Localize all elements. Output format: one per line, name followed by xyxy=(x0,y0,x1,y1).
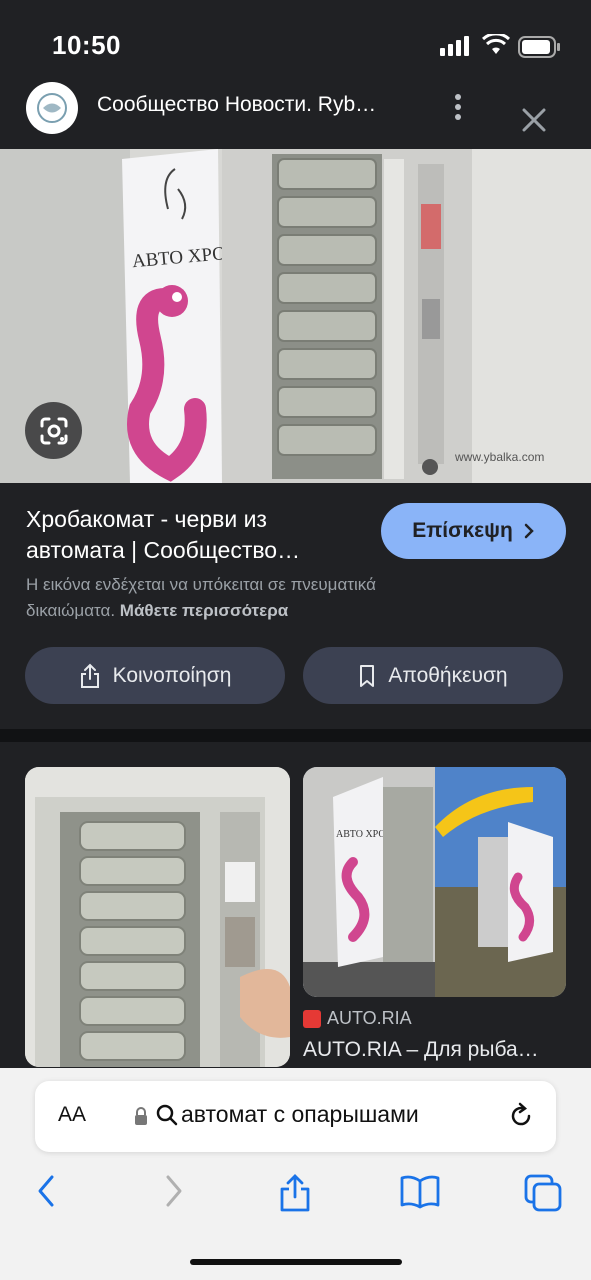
bookmark-icon xyxy=(360,664,375,687)
copyright-notice: Η εικόνα ενδέχεται να υπόκειται σε πνευμ… xyxy=(26,572,466,624)
tabs-icon[interactable] xyxy=(523,1173,563,1213)
more-options-icon[interactable] xyxy=(449,94,467,124)
site-favicon xyxy=(26,82,78,134)
fish-logo-icon xyxy=(37,93,67,123)
search-icon xyxy=(156,1104,178,1126)
lock-icon xyxy=(135,1107,147,1125)
result-image[interactable]: АВТО ХРОБ www.ybalka.com xyxy=(0,149,591,483)
related-title[interactable]: AUTO.RIA – Для рыба… xyxy=(303,1038,568,1062)
result-title[interactable]: Хробакомат - черви из автомата | Сообщес… xyxy=(26,504,366,566)
section-divider xyxy=(0,729,591,742)
share-icon xyxy=(80,663,99,688)
image-watermark: www.ybalka.com xyxy=(454,450,544,464)
close-icon[interactable] xyxy=(520,106,548,134)
save-label: Αποθήκευση xyxy=(388,663,508,687)
lens-icon xyxy=(40,417,67,444)
vending-machine-outdoor-photo: АВТО ХРОБ xyxy=(303,767,566,997)
status-time: 10:50 xyxy=(52,30,121,60)
visit-button[interactable]: Επίσκεψη xyxy=(381,503,566,559)
related-source-label: AUTO.RIA xyxy=(327,1008,412,1028)
wifi-icon xyxy=(482,34,510,54)
forward-icon[interactable] xyxy=(162,1173,186,1209)
visit-label: Επίσκεψη xyxy=(412,519,513,542)
learn-more-link[interactable]: Μάθετε περισσότερα xyxy=(120,601,288,620)
related-image-2[interactable]: АВТО ХРОБ xyxy=(303,767,566,997)
save-button[interactable]: Αποθήκευση xyxy=(303,647,563,704)
share-button[interactable]: Κοινοποίηση xyxy=(25,647,285,704)
address-text[interactable]: автомат с опарышами xyxy=(181,1101,419,1128)
home-indicator xyxy=(190,1259,402,1265)
google-lens-button[interactable] xyxy=(25,402,82,459)
vending-machine-photo: АВТО ХРОБ www.ybalka.com xyxy=(0,149,591,483)
source-favicon-icon xyxy=(303,1009,321,1028)
related-image-1[interactable] xyxy=(25,767,290,1067)
share-sheet-icon[interactable] xyxy=(278,1173,312,1213)
reader-settings-button[interactable]: AA xyxy=(58,1103,86,1127)
related-source: AUTO.RIA xyxy=(303,1008,412,1029)
cellular-signal-icon xyxy=(440,36,469,56)
back-icon[interactable] xyxy=(34,1173,58,1209)
vending-machine-closeup-photo xyxy=(25,767,290,1067)
site-title[interactable]: Сообщество Новости. Ryb… xyxy=(97,93,376,117)
reload-icon[interactable] xyxy=(507,1102,535,1130)
bookmarks-icon[interactable] xyxy=(399,1173,441,1209)
battery-icon xyxy=(518,36,560,58)
chevron-right-icon xyxy=(524,523,534,539)
share-label: Κοινοποίηση xyxy=(112,663,232,687)
